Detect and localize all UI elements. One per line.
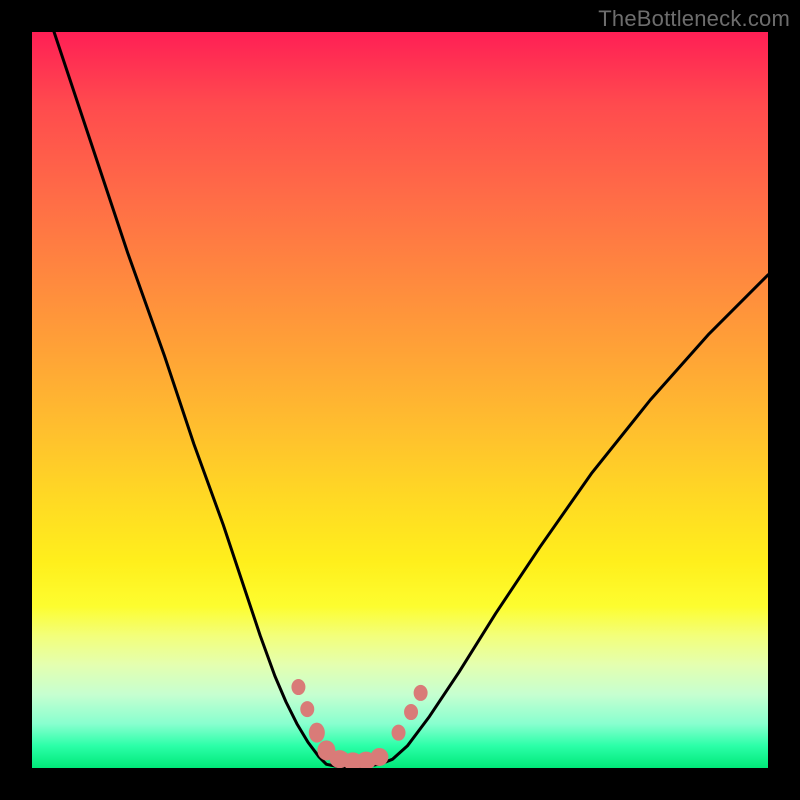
marker-point <box>392 725 406 741</box>
chart-svg <box>32 32 768 768</box>
plot-area <box>32 32 768 768</box>
watermark-text: TheBottleneck.com <box>598 6 790 32</box>
marker-point <box>370 748 388 766</box>
marker-point <box>404 704 418 720</box>
chart-frame: TheBottleneck.com <box>0 0 800 800</box>
marker-point <box>414 685 428 701</box>
marker-point <box>309 723 325 743</box>
marker-point <box>300 701 314 717</box>
highlighted-markers <box>291 679 427 768</box>
marker-point <box>291 679 305 695</box>
bottleneck-curve <box>54 32 768 767</box>
curve-path <box>54 32 768 767</box>
